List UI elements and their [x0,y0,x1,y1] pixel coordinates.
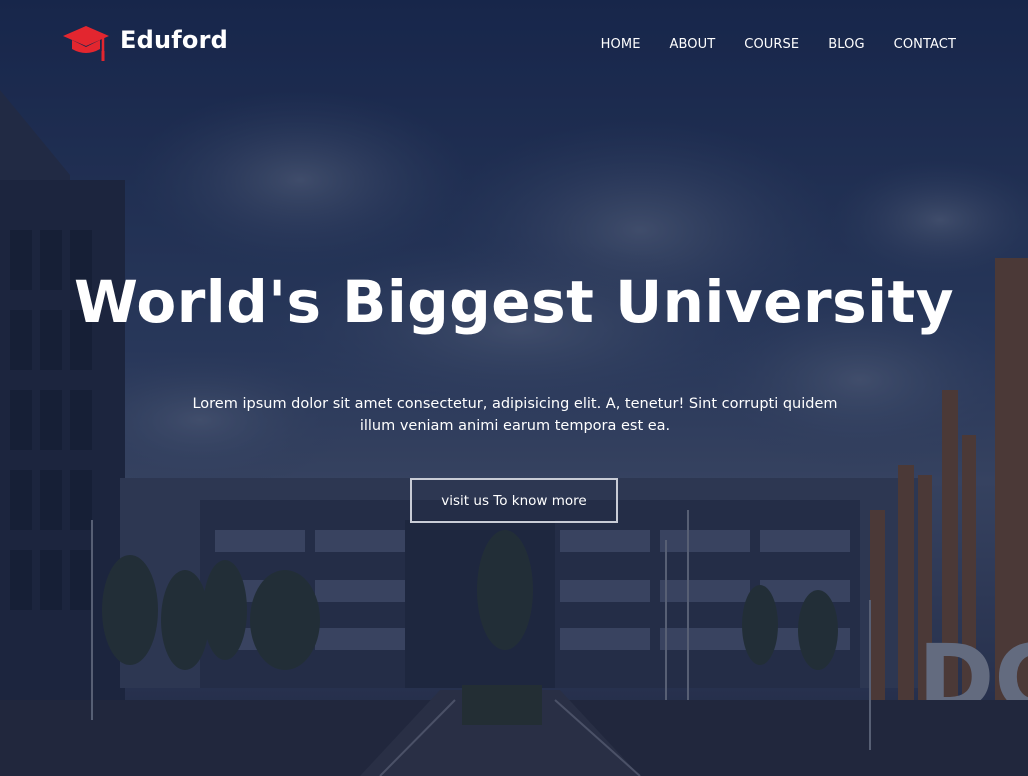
brand-name: Eduford [120,26,229,54]
nav-item-course[interactable]: COURSE [744,37,799,52]
hero-description: Lorem ipsum dolor sit amet consectetur, … [192,396,838,434]
hero-title: World's Biggest University [73,268,955,336]
nav-item-blog[interactable]: BLOG [828,37,864,52]
hero-overlay [0,0,1028,776]
visit-us-button[interactable]: visit us To know more [410,478,618,523]
nav-item-about[interactable]: ABOUT [670,37,716,52]
main-nav: HOME ABOUT COURSE BLOG CONTACT [601,37,956,52]
nav-item-contact[interactable]: CONTACT [894,37,956,52]
brand-logo[interactable]: Eduford [62,22,228,64]
nav-item-home[interactable]: HOME [601,37,641,52]
graduation-cap-icon [63,26,109,61]
site-header: Eduford HOME ABOUT COURSE BLOG CONTACT [0,0,1028,90]
hero-section: DC Eduford HOME [0,0,1028,776]
